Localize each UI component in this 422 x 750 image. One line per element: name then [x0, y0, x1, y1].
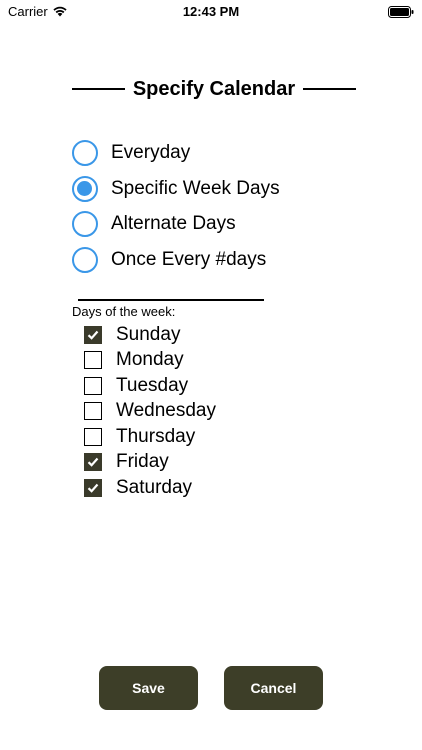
radio-everyday[interactable]: Everyday [72, 138, 280, 168]
checkbox-label: Sunday [116, 323, 181, 345]
cancel-button[interactable]: Cancel [224, 666, 323, 710]
days-checkbox-list: Sunday Monday Tuesday Wednesday Thursday… [84, 322, 216, 501]
checkbox-label: Tuesday [116, 374, 189, 396]
title-row: Specify Calendar [72, 76, 356, 102]
frequency-radio-group: Everyday Specific Week Days Alternate Da… [72, 138, 280, 280]
radio-label: Alternate Days [111, 213, 236, 234]
radio-button[interactable] [72, 211, 98, 237]
days-of-week-label: Days of the week: [72, 304, 176, 319]
radio-label: Specific Week Days [111, 177, 280, 199]
radio-label: Everyday [111, 142, 191, 163]
checkbox-label: Thursday [116, 425, 196, 447]
status-time: 12:43 PM [182, 4, 240, 19]
checkbox-unchecked[interactable] [84, 402, 102, 421]
checkbox-label: Monday [116, 349, 184, 371]
checkbox-unchecked[interactable] [84, 427, 102, 446]
checkbox-friday[interactable]: Friday [84, 450, 216, 476]
save-button[interactable]: Save [99, 666, 198, 710]
checkbox-unchecked[interactable] [84, 351, 102, 370]
checkbox-unchecked[interactable] [84, 376, 102, 395]
battery-icon [388, 5, 414, 18]
checkmark-icon [87, 483, 99, 493]
checkbox-thursday[interactable]: Thursday [84, 424, 216, 450]
checkbox-sunday[interactable]: Sunday [84, 322, 216, 348]
section-divider [78, 299, 264, 301]
checkmark-icon [87, 330, 99, 340]
radio-alternate-days[interactable]: Alternate Days [72, 209, 280, 239]
checkbox-tuesday[interactable]: Tuesday [84, 373, 216, 399]
radio-label: Once Every #days [111, 248, 267, 270]
radio-specific-week-days[interactable]: Specific Week Days [72, 174, 280, 204]
checkbox-wednesday[interactable]: Wednesday [84, 399, 216, 425]
checkbox-checked[interactable] [84, 453, 102, 472]
checkbox-checked[interactable] [84, 478, 102, 497]
radio-button[interactable] [72, 140, 98, 166]
status-bar: Carrier 12:43 PM [0, 0, 422, 24]
checkmark-icon [87, 458, 99, 468]
checkbox-label: Wednesday [116, 400, 216, 422]
checkbox-monday[interactable]: Monday [84, 348, 216, 374]
radio-once-every-days[interactable]: Once Every #days [72, 245, 280, 275]
radio-button[interactable] [72, 246, 98, 273]
title-divider-right [303, 88, 356, 90]
checkbox-label: Saturday [116, 476, 193, 498]
radio-button-selected[interactable] [72, 175, 98, 202]
checkbox-checked[interactable] [84, 325, 102, 344]
checkbox-saturday[interactable]: Saturday [84, 475, 216, 501]
checkbox-label: Friday [116, 451, 169, 473]
